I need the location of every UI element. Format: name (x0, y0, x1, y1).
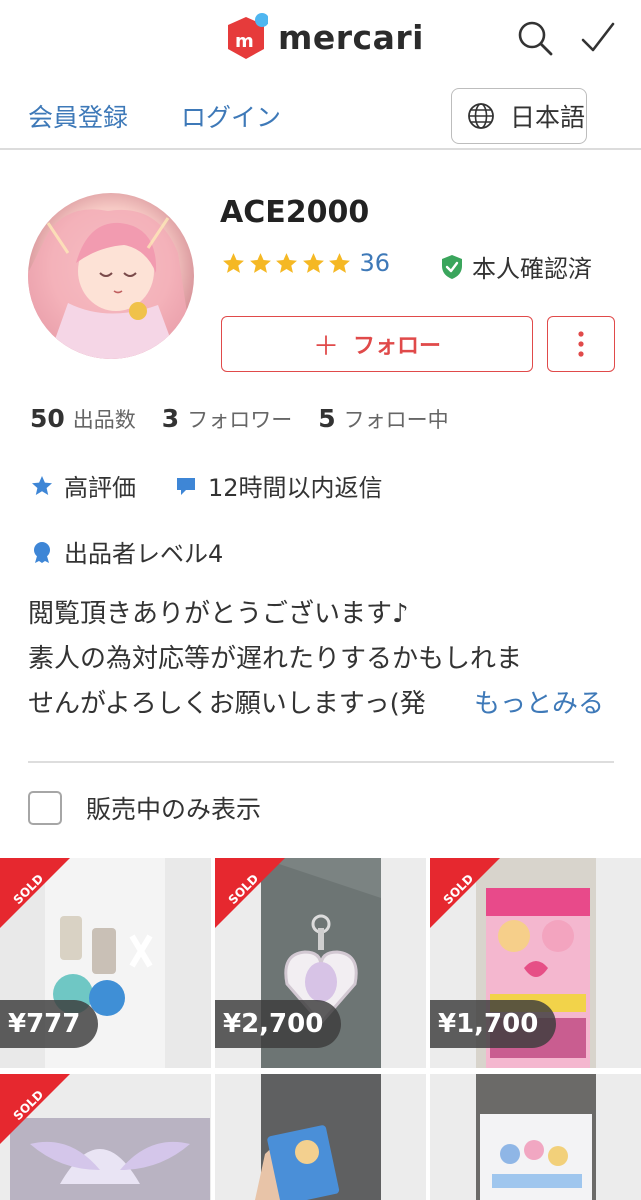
profile-stats: 50 出品数 3 フォロワー 5 フォロー中 (30, 404, 475, 434)
verified-badge: 本人確認済 (440, 249, 592, 284)
shield-check-icon (442, 254, 462, 279)
star-icon (302, 252, 324, 273)
username: ACE2000 (220, 195, 370, 230)
sold-ribbon: SOLD (430, 858, 500, 928)
sold-ribbon: SOLD (215, 858, 285, 928)
on-sale-filter[interactable]: 販売中のみ表示 (28, 790, 261, 826)
high-rating-label: 高評価 (64, 474, 136, 502)
globe-icon (468, 103, 494, 129)
sold-ribbon: SOLD (0, 858, 70, 928)
bio-line: 閲覧頂きありがとうございます♪ (28, 599, 409, 629)
language-label: 日本語 (510, 103, 586, 132)
bio-line: 素人の為対応等が遅れたりするかもしれま (28, 644, 523, 674)
bio-line-truncated: せんがよろしくお願いしますっ(発 もっとみる (28, 682, 618, 727)
following-label[interactable]: フォロー中 (344, 404, 449, 434)
search-icon[interactable] (515, 18, 555, 58)
star-icon (223, 252, 244, 273)
app-header: m mercari (0, 0, 641, 78)
item-tile[interactable]: SOLD ¥1,700 (430, 858, 641, 1068)
on-sale-filter-label[interactable]: 販売中のみ表示 (86, 790, 261, 826)
sold-ribbon: SOLD (0, 1074, 70, 1144)
item-tile[interactable] (430, 1074, 641, 1200)
seller-level-label: 出品者レベル4 (64, 540, 224, 568)
item-tile[interactable]: SOLD (0, 1074, 211, 1200)
verified-label: 本人確認済 (472, 255, 592, 283)
following-count[interactable]: 5 (318, 404, 335, 433)
chat-bubble-icon (177, 477, 195, 495)
follow-label: フォロー (353, 334, 442, 359)
section-divider (28, 761, 614, 763)
on-sale-checkbox[interactable] (28, 791, 62, 825)
more-options-button[interactable] (547, 316, 615, 372)
avatar[interactable] (28, 193, 194, 359)
star-icon (32, 475, 52, 495)
high-rating-badge: 高評価 (30, 468, 136, 503)
item-tile[interactable]: SOLD ¥2,700 (215, 858, 426, 1068)
language-button[interactable]: 日本語 (451, 88, 587, 144)
star-icon (276, 252, 297, 273)
rating-count: 36 (359, 249, 391, 277)
item-grid: SOLD ¥777 SOLD ¥2,700 SOLD ¥1,700 SOLD (0, 858, 641, 1200)
followers-label[interactable]: フォロワー (187, 404, 292, 434)
followers-count[interactable]: 3 (162, 404, 179, 433)
profile-bio: 閲覧頂きありがとうございます♪ 素人の為対応等が遅れたりするかもしれま せんがよ… (28, 592, 618, 727)
item-photo (215, 1074, 426, 1200)
fast-reply-badge: 12時間以内返信 (174, 468, 383, 503)
item-tile[interactable] (215, 1074, 426, 1200)
item-price: ¥1,700 (430, 1000, 557, 1048)
auth-bar: 会員登録 ログイン 日本語 (0, 80, 641, 150)
more-vertical-icon (578, 331, 584, 357)
item-price: ¥2,700 (215, 1000, 342, 1048)
login-link[interactable]: ログイン (181, 98, 281, 134)
star-icon (249, 252, 271, 273)
listings-count: 50 (30, 404, 65, 433)
checkmark-icon[interactable] (578, 18, 618, 58)
register-link[interactable]: 会員登録 (28, 98, 128, 134)
star-icon (329, 252, 350, 273)
plus-icon: ＋ (312, 331, 339, 362)
rating[interactable]: 36 (221, 249, 390, 277)
see-more-link[interactable]: もっとみる (474, 682, 604, 727)
fast-reply-label: 12時間以内返信 (208, 474, 383, 502)
listings-label: 出品数 (72, 408, 136, 432)
follow-button[interactable]: ＋ フォロー (221, 316, 533, 372)
svg-text:m: m (235, 31, 254, 52)
medal-icon (34, 541, 50, 563)
item-tile[interactable]: SOLD ¥777 (0, 858, 211, 1068)
seller-level-badge: 出品者レベル4 (30, 534, 223, 569)
bio-line: せんがよろしくお願いしますっ(発 (28, 689, 426, 719)
item-price: ¥777 (0, 1000, 99, 1048)
brand-name: mercari (278, 17, 424, 57)
mercari-logo-icon: m (224, 13, 269, 61)
item-photo (430, 1074, 641, 1200)
mercari-logo[interactable]: m mercari (224, 13, 424, 61)
